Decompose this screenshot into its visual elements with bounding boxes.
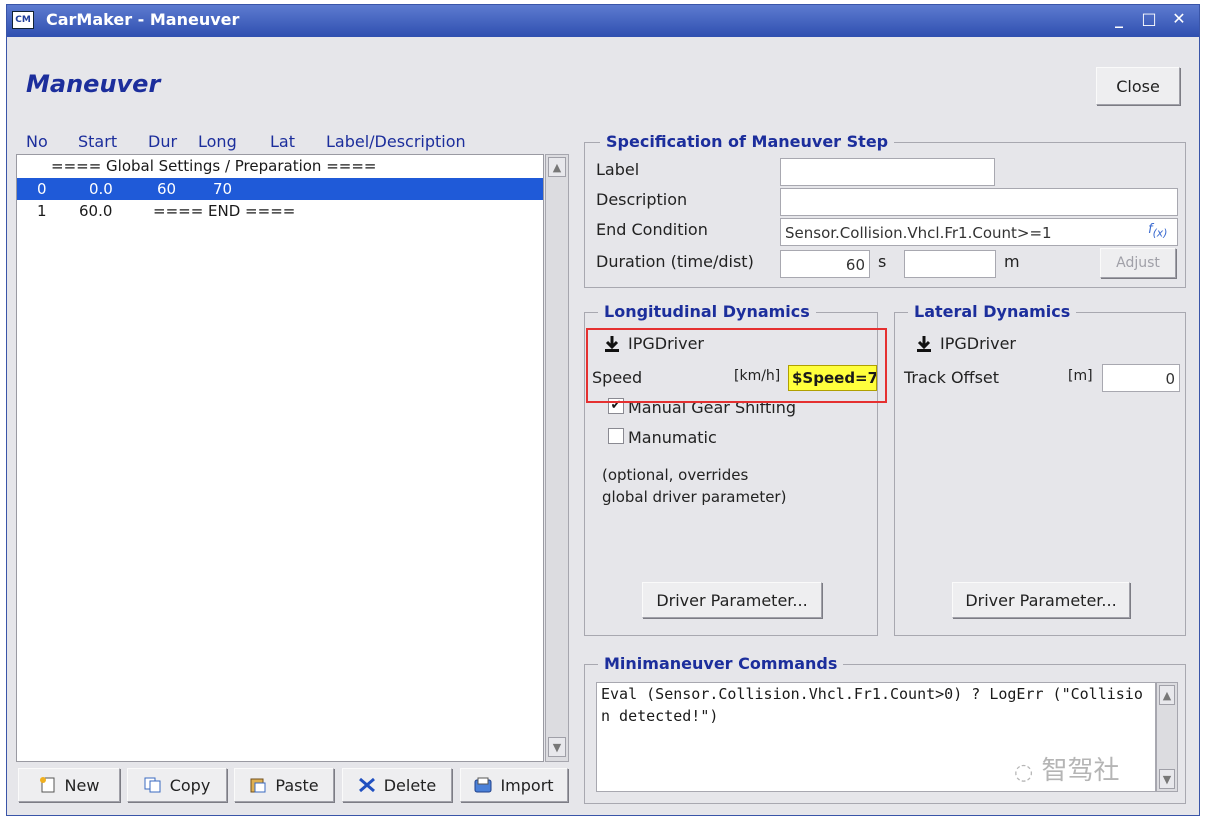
- close-window-button[interactable]: ✕: [1168, 9, 1190, 29]
- scroll-down-icon[interactable]: ▼: [1159, 769, 1175, 789]
- delete-x-icon: [358, 777, 376, 793]
- row-description: ==== END ====: [153, 202, 296, 220]
- lat-driver-parameter-button[interactable]: Driver Parameter...: [952, 582, 1130, 618]
- paste-button[interactable]: Paste: [234, 768, 334, 802]
- distance-input[interactable]: [904, 250, 996, 278]
- row-dur: 60: [157, 180, 177, 198]
- adjust-button[interactable]: Adjust: [1100, 248, 1176, 278]
- copy-icon: [144, 777, 162, 793]
- list-scrollbar[interactable]: ▲ ▼: [545, 154, 569, 762]
- track-offset-input[interactable]: 0: [1102, 364, 1180, 392]
- download-icon[interactable]: [914, 334, 934, 358]
- paste-button-label: Paste: [275, 775, 319, 795]
- watermark-logo-icon: ◌: [1014, 760, 1034, 785]
- row-description: ==== Global Settings / Preparation ====: [51, 157, 377, 175]
- row-start: 60.0: [79, 202, 113, 220]
- commands-scrollbar[interactable]: ▲ ▼: [1156, 682, 1178, 792]
- annotation-highlight: [586, 328, 887, 403]
- description-label: Description: [596, 190, 688, 209]
- optional-note-line2: global driver parameter): [602, 488, 787, 506]
- description-input[interactable]: [780, 188, 1178, 216]
- maximize-button[interactable]: □: [1138, 9, 1160, 29]
- duration-unit: s: [878, 252, 887, 271]
- import-button-label: Import: [500, 775, 554, 795]
- copy-button-label: Copy: [169, 775, 211, 795]
- manumatic-checkbox[interactable]: [608, 428, 624, 444]
- table-row[interactable]: ==== Global Settings / Preparation ====: [17, 155, 543, 177]
- end-condition-label: End Condition: [596, 220, 708, 239]
- optional-note-line1: (optional, overrides: [602, 466, 749, 484]
- row-no: 1: [37, 202, 47, 220]
- track-offset-label: Track Offset: [904, 368, 1000, 387]
- column-header-label: Label/Description: [326, 132, 466, 151]
- row-start: 0.0: [89, 180, 113, 198]
- manumatic-label: Manumatic: [628, 428, 717, 447]
- row-no: 0: [37, 180, 47, 198]
- table-row-selected[interactable]: 0 0.0 60 70: [17, 178, 543, 200]
- track-offset-unit: [m]: [1068, 368, 1093, 384]
- formula-icon[interactable]: f(x): [1148, 222, 1167, 240]
- column-header-start: Start: [78, 132, 118, 151]
- watermark-text: 智驾社: [1041, 756, 1120, 786]
- longitudinal-group-title: Longitudinal Dynamics: [598, 302, 816, 321]
- delete-button-label: Delete: [383, 775, 437, 795]
- distance-unit: m: [1004, 252, 1020, 271]
- column-header-long: Long: [198, 132, 237, 151]
- column-header-lat: Lat: [270, 132, 295, 151]
- column-header-no: No: [26, 132, 48, 151]
- spec-group-title: Specification of Maneuver Step: [600, 132, 895, 151]
- long-driver-parameter-button[interactable]: Driver Parameter...: [642, 582, 822, 618]
- lat-driver-label: IPGDriver: [940, 334, 1016, 353]
- table-row[interactable]: 1 60.0 ==== END ====: [17, 200, 543, 222]
- window-title: CarMaker - Maneuver: [46, 10, 240, 29]
- scroll-up-icon[interactable]: ▲: [1159, 685, 1175, 705]
- watermark: ◌ 智驾社: [1014, 750, 1119, 787]
- duration-label: Duration (time/dist): [596, 252, 754, 271]
- close-button[interactable]: Close: [1096, 67, 1180, 105]
- row-long: 70: [213, 180, 233, 198]
- label-label: Label: [596, 160, 640, 179]
- minimaneuver-group-title: Minimaneuver Commands: [598, 654, 844, 673]
- maneuver-list[interactable]: [16, 154, 544, 762]
- column-header-dur: Dur: [148, 132, 178, 151]
- scroll-down-icon[interactable]: ▼: [548, 737, 566, 757]
- import-icon: [474, 777, 492, 793]
- lateral-group-title: Lateral Dynamics: [908, 302, 1077, 321]
- minimize-button[interactable]: _: [1108, 9, 1130, 29]
- new-document-icon: [39, 777, 57, 793]
- paste-icon: [249, 777, 267, 793]
- scroll-up-icon[interactable]: ▲: [548, 157, 566, 177]
- copy-button[interactable]: Copy: [127, 768, 227, 802]
- end-condition-input[interactable]: Sensor.Collision.Vhcl.Fr1.Count>=1: [780, 218, 1178, 246]
- new-button-label: New: [64, 775, 100, 795]
- duration-input[interactable]: 60: [780, 250, 870, 278]
- app-icon: CM: [12, 11, 34, 29]
- page-title: Maneuver: [26, 70, 161, 98]
- label-input[interactable]: [780, 158, 995, 186]
- delete-button[interactable]: Delete: [342, 768, 452, 802]
- import-button[interactable]: Import: [460, 768, 568, 802]
- new-button[interactable]: New: [18, 768, 120, 802]
